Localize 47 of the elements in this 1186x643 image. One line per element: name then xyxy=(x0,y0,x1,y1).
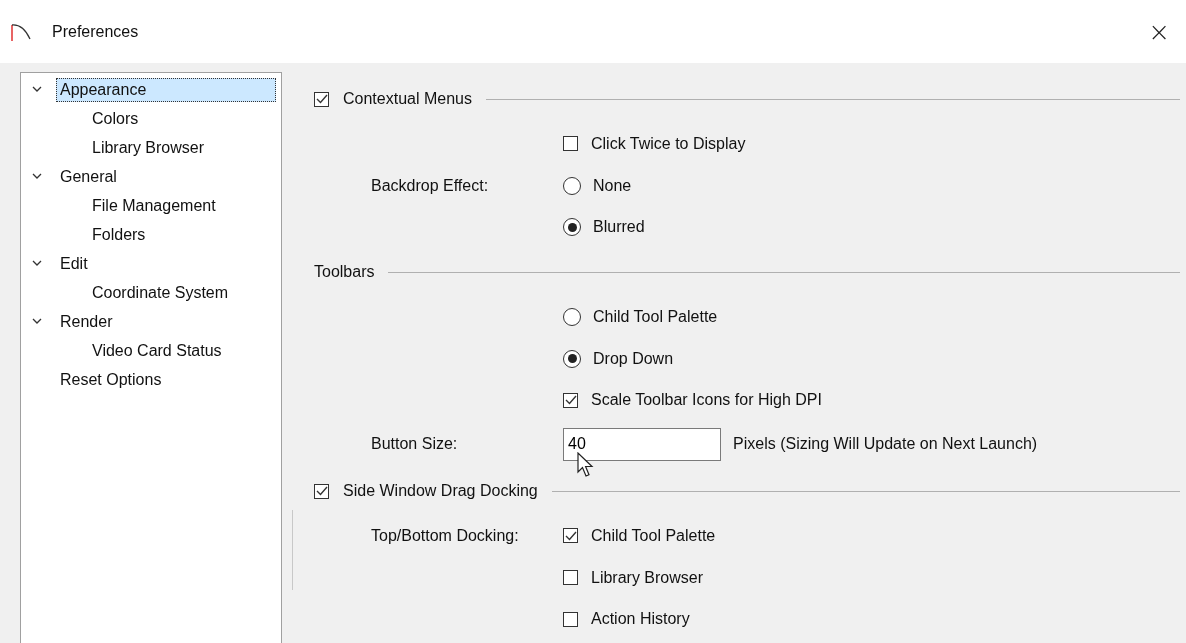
radio-button[interactable] xyxy=(563,349,581,368)
chevron-down-icon[interactable] xyxy=(32,173,42,180)
field-label: Backdrop Effect: xyxy=(371,176,489,194)
tree-item[interactable]: Colors xyxy=(88,106,143,131)
tree-item[interactable]: Appearance xyxy=(56,77,276,102)
arch-icon xyxy=(11,21,31,42)
tree-item[interactable]: General xyxy=(56,164,121,189)
checkbox-label[interactable]: Scale Toolbar Icons for High DPI xyxy=(591,391,822,410)
field-label: Button Size: xyxy=(371,435,458,453)
checkbox[interactable] xyxy=(563,611,578,627)
radio-label[interactable]: None xyxy=(593,176,632,195)
tree-item[interactable]: File Management xyxy=(88,193,220,218)
radio-label[interactable]: Blurred xyxy=(593,218,645,237)
radio-button[interactable] xyxy=(563,176,581,195)
checkbox[interactable] xyxy=(314,483,329,499)
tree-item[interactable]: Render xyxy=(56,309,117,334)
radio-label[interactable]: Drop Down xyxy=(593,349,674,368)
checkbox[interactable] xyxy=(563,570,578,586)
cursor-icon xyxy=(577,452,595,478)
checkbox-label[interactable]: Action History xyxy=(591,610,690,629)
section-title: Toolbars xyxy=(314,263,375,282)
radio-button[interactable] xyxy=(563,218,581,237)
checkbox-label[interactable]: Child Tool Palette xyxy=(591,526,716,545)
section-title: Contextual Menus xyxy=(343,90,472,108)
chevron-down-icon[interactable] xyxy=(32,86,42,93)
checkbox[interactable] xyxy=(563,136,578,152)
input-field[interactable]: 40 xyxy=(563,427,721,461)
section-title: Side Window Drag Docking xyxy=(343,482,538,501)
checkbox[interactable] xyxy=(314,91,329,107)
tree-item[interactable]: Video Card Status xyxy=(88,338,226,363)
tree-item[interactable]: Coordinate System xyxy=(88,280,233,305)
field-label: Top/Bottom Docking: xyxy=(371,526,519,544)
radio-label[interactable]: Child Tool Palette xyxy=(593,307,718,326)
checkbox-label[interactable]: Library Browser xyxy=(591,568,704,587)
tree-item[interactable]: Folders xyxy=(88,222,150,247)
tree-item[interactable]: Edit xyxy=(56,251,92,276)
checkbox[interactable] xyxy=(563,392,578,408)
tree-item[interactable]: Library Browser xyxy=(88,135,209,160)
close-button[interactable]: × xyxy=(1140,18,1178,45)
radio-button[interactable] xyxy=(563,307,581,326)
chevron-down-icon[interactable] xyxy=(32,260,42,267)
tree-item[interactable]: Reset Options xyxy=(56,367,166,392)
checkbox-label[interactable]: Click Twice to Display xyxy=(591,134,746,153)
window-title: Preferences xyxy=(52,22,139,41)
checkbox[interactable] xyxy=(563,528,578,544)
chevron-down-icon[interactable] xyxy=(32,318,42,325)
field-note: Pixels (Sizing Will Update on Next Launch) xyxy=(733,435,1038,454)
